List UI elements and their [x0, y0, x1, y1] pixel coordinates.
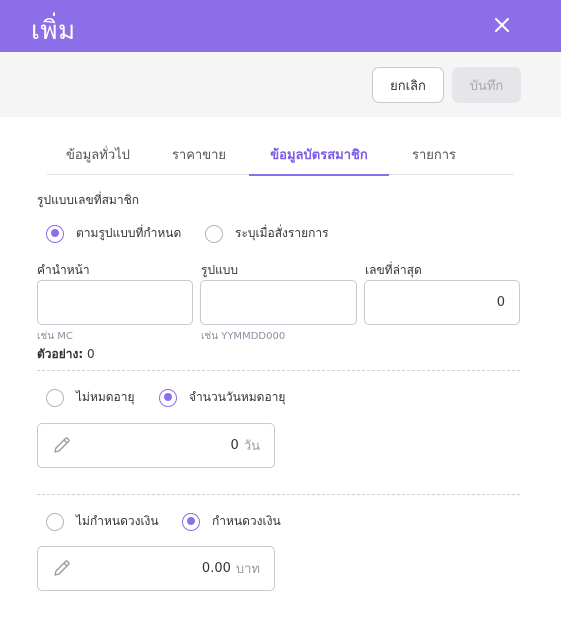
latest-number-label: เลขที่ล่าสุด — [365, 263, 422, 277]
pencil-icon — [52, 558, 72, 578]
pattern-label: รูปแบบ — [201, 263, 239, 277]
section-divider — [37, 494, 520, 495]
tab-member-card-info[interactable]: ข้อมูลบัตรสมาชิก — [249, 133, 389, 176]
radio-circle — [46, 388, 64, 407]
credit-limit-unit: บาท — [235, 562, 260, 577]
radio-label: ไม่กำหนดวงเงิน — [76, 514, 159, 528]
close-icon[interactable] — [491, 14, 513, 36]
radio-circle — [46, 512, 64, 531]
save-button[interactable]: บันทึก — [452, 67, 521, 103]
prefix-label: คำนำหน้า — [37, 263, 90, 277]
tab-items[interactable]: รายการ — [389, 133, 479, 175]
radio-format-defined[interactable]: ตามรูปแบบที่กำหนด — [46, 224, 181, 243]
member-format-label: รูปแบบเลขที่สมาชิก — [37, 193, 139, 207]
radio-circle — [46, 224, 64, 243]
radio-circle — [182, 512, 200, 531]
prefix-input[interactable] — [37, 280, 193, 325]
pattern-hint: เช่น YYMMDD000 — [201, 331, 286, 342]
radio-label: ระบุเมื่อสั่งรายการ — [235, 226, 329, 240]
expiry-days-input[interactable]: 0 วัน — [37, 423, 275, 468]
action-toolbar: ยกเลิก บันทึก — [0, 52, 561, 117]
example-value: 0 — [87, 347, 95, 361]
latest-number-input[interactable]: 0 — [364, 280, 520, 325]
cancel-button[interactable]: ยกเลิก — [372, 67, 444, 103]
radio-no-expiry[interactable]: ไม่หมดอายุ — [46, 388, 135, 407]
pencil-icon — [52, 435, 72, 455]
pattern-input[interactable] — [200, 280, 357, 325]
radio-expiry-days[interactable]: จำนวนวันหมดอายุ — [159, 388, 285, 407]
tab-bar: ข้อมูลทั่วไป ราคาขาย ข้อมูลบัตรสมาชิก รา… — [47, 133, 514, 176]
radio-set-credit-limit[interactable]: กำหนดวงเงิน — [182, 512, 281, 531]
radio-label: ไม่หมดอายุ — [76, 390, 135, 404]
dialog-title: เพิ่ม — [31, 16, 76, 46]
radio-label: ตามรูปแบบที่กำหนด — [76, 226, 182, 240]
example-row: ตัวอย่าง: 0 — [37, 345, 95, 364]
tab-sale-price[interactable]: ราคาขาย — [149, 133, 249, 175]
expiry-days-unit: วัน — [243, 439, 260, 454]
radio-circle — [159, 388, 177, 407]
example-label: ตัวอย่าง: — [37, 347, 84, 361]
radio-label: จำนวนวันหมดอายุ — [189, 390, 286, 404]
radio-circle — [205, 224, 223, 243]
dialog-header: เพิ่ม — [0, 0, 561, 52]
section-divider — [37, 370, 520, 371]
radio-format-on-order[interactable]: ระบุเมื่อสั่งรายการ — [205, 224, 329, 243]
expiry-days-value: 0 — [230, 438, 239, 453]
tab-general-info[interactable]: ข้อมูลทั่วไป — [47, 133, 149, 175]
credit-limit-value: 0.00 — [201, 561, 231, 576]
credit-limit-input[interactable]: 0.00 บาท — [37, 546, 275, 591]
radio-no-credit-limit[interactable]: ไม่กำหนดวงเงิน — [46, 512, 159, 531]
prefix-hint: เช่น MC — [37, 331, 73, 342]
radio-label: กำหนดวงเงิน — [212, 514, 281, 528]
